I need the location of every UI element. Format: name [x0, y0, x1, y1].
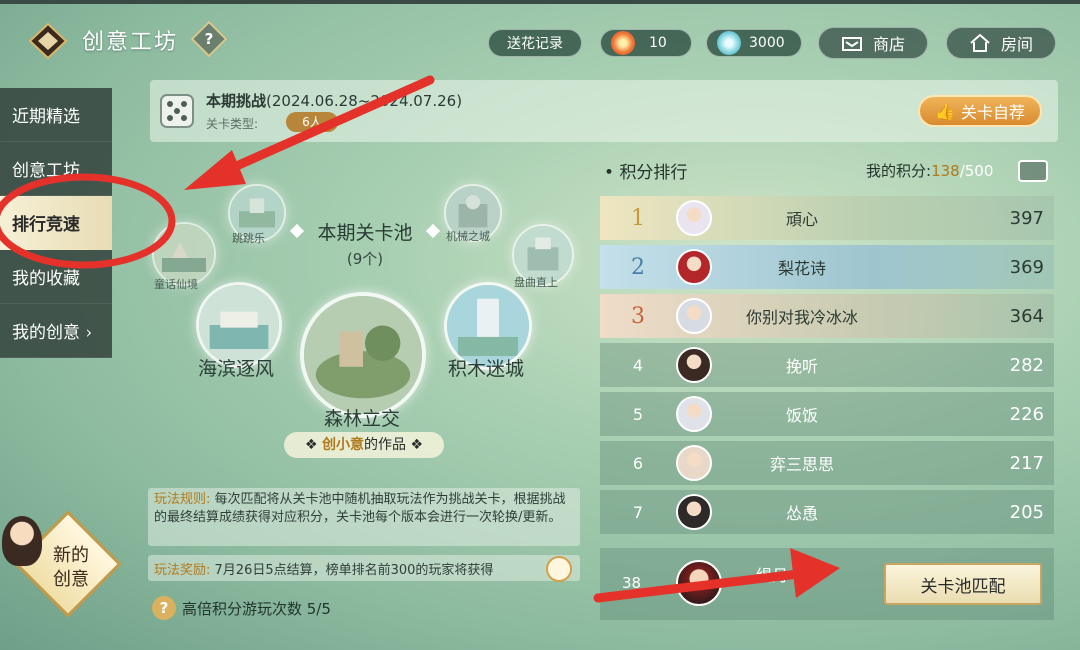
player-name: 挽听: [785, 357, 818, 376]
pool-title: 本期关卡池: [317, 222, 413, 244]
jade-count: 3000: [749, 35, 785, 51]
shop-icon: [841, 37, 862, 51]
sidebar-item-favorites[interactable]: 我的收藏: [0, 250, 112, 304]
jade-currency: 3000: [706, 29, 802, 57]
player-name: 頑心: [785, 210, 818, 229]
player-score: 369: [1009, 256, 1044, 278]
player-score: 282: [1009, 354, 1044, 376]
map-label-jump: 跳跳乐: [232, 232, 265, 245]
map-label-forest: 森林立交: [324, 408, 401, 430]
player-name: 饭饭: [785, 406, 818, 425]
leaderboard-row[interactable]: 5 饭饭 226: [600, 392, 1054, 436]
player-name: 怂恿: [785, 504, 818, 523]
jade-icon: [717, 31, 741, 55]
leaderboard-row[interactable]: 1 頑心 397: [600, 196, 1054, 240]
shop-button[interactable]: 商店: [818, 27, 928, 59]
player-avatar[interactable]: [676, 494, 712, 530]
pool-match-button[interactable]: 关卡池匹配: [884, 563, 1042, 605]
pool-count: (9个): [346, 250, 384, 268]
challenge-title: 本期挑战(2024.06.28~2024.07.26): [206, 92, 463, 110]
shop-label: 商店: [872, 35, 905, 54]
flower-currency: 10: [600, 29, 692, 57]
player-name: 你别对我冷冰冰: [745, 308, 858, 327]
flower-count: 10: [649, 35, 667, 51]
player-avatar[interactable]: [676, 445, 712, 481]
rank-number: 2: [631, 254, 645, 280]
rank-number: 4: [632, 355, 644, 375]
player-score: 364: [1009, 305, 1044, 327]
author-credit: ❖ 创小意的作品 ❖: [284, 432, 444, 458]
map-label-blocks: 积木迷城: [448, 358, 525, 380]
player-avatar[interactable]: [676, 249, 712, 285]
player-name: 弈三思思: [769, 455, 834, 474]
map-label-seaside: 海滨逐风: [198, 358, 275, 380]
map-bubble-forest[interactable]: [300, 292, 426, 418]
sidebar: 近期精选 创意工坊 排行竞速 我的收藏 我的创意 ›: [0, 88, 112, 358]
leaderboard-row[interactable]: 7 怂恿 205: [600, 490, 1054, 534]
home-icon: [970, 34, 990, 52]
player-avatar[interactable]: [676, 298, 712, 334]
leaderboard-row[interactable]: 3 你别对我冷冰冰 364: [600, 294, 1054, 338]
flower-log-button[interactable]: 送花记录: [488, 29, 582, 57]
rank-number: 6: [632, 453, 644, 473]
player-score: 217: [1009, 452, 1044, 474]
flower-icon: [611, 31, 635, 55]
dice-icon: [160, 94, 194, 128]
score-detail-icon[interactable]: [1018, 160, 1048, 182]
room-button[interactable]: 房间: [946, 27, 1056, 59]
sidebar-item-workshop[interactable]: 创意工坊: [0, 142, 112, 196]
leaderboard-row[interactable]: 2 梨花诗 369: [600, 245, 1054, 289]
help-icon[interactable]: ?: [190, 20, 228, 58]
reward-text: 玩法奖励: 7月26日5点结算，榜单排名前300的玩家将获得: [148, 555, 580, 581]
player-score: 226: [1009, 403, 1044, 425]
leaderboard-row[interactable]: 6 弈三思思 217: [600, 441, 1054, 485]
sidebar-item-ranking[interactable]: 排行竞速: [0, 196, 112, 250]
rank-number: 5: [632, 404, 644, 424]
leaderboard-title: • 积分排行: [604, 163, 688, 183]
page-title: 创意工坊: [82, 30, 179, 55]
rank-number: 7: [632, 502, 644, 522]
bonus-plays: ? 高倍积分游玩次数 5/5: [152, 596, 331, 620]
player-name: 梨花诗: [777, 259, 826, 278]
new-creation-button[interactable]: 新的 创意: [0, 508, 122, 618]
sidebar-item-recent[interactable]: 近期精选: [0, 88, 112, 142]
map-label-fairytale: 童话仙境: [154, 278, 198, 291]
rank-number: 3: [631, 303, 645, 329]
player-score: 205: [1009, 501, 1044, 523]
map-label-spiral: 盘曲直上: [514, 276, 558, 289]
challenge-type-badge: 6人: [286, 112, 338, 132]
my-rank-number: 38: [622, 574, 642, 592]
new-creation-label: 新的 创意: [53, 545, 89, 590]
player-score: 397: [1009, 207, 1044, 229]
player-avatar[interactable]: [676, 200, 712, 236]
rules-text: 玩法规则: 每次匹配将从关卡池中随机抽取玩法作为挑战关卡，根据挑战的最终结算成绩…: [148, 488, 580, 546]
player-avatar[interactable]: [676, 396, 712, 432]
room-label: 房间: [1000, 35, 1033, 54]
my-score: 我的积分:138/500: [866, 162, 994, 180]
reward-preview-icon[interactable]: [546, 556, 572, 582]
leaderboard-row[interactable]: 4 挽听 282: [600, 343, 1054, 387]
workshop-logo-icon: [28, 22, 68, 60]
annotation-arrowhead-top: [184, 150, 246, 190]
my-avatar: [676, 560, 722, 606]
player-avatar[interactable]: [676, 347, 712, 383]
sidebar-item-my-creations[interactable]: 我的创意 ›: [0, 304, 112, 358]
top-edge: [0, 0, 1080, 4]
recommend-level-button[interactable]: 👍 关卡自荐: [918, 95, 1042, 127]
my-name: 缇月: [756, 566, 789, 585]
rank-number: 1: [631, 205, 645, 231]
challenge-type-label: 关卡类型:: [206, 117, 259, 131]
map-label-machine: 机械之城: [446, 230, 490, 243]
thumbs-up-icon: 👍: [935, 101, 955, 121]
question-icon[interactable]: ?: [152, 596, 176, 620]
